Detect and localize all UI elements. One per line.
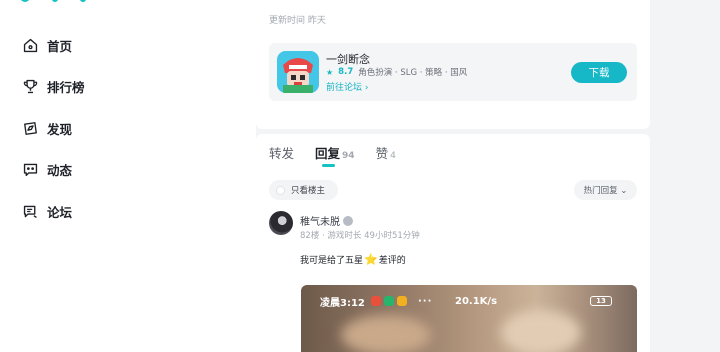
sidebar-item-home[interactable]: 首页 <box>22 36 72 55</box>
sidebar-item-forum[interactable]: 论坛 <box>22 202 72 221</box>
tab-label: 回复 <box>315 146 341 161</box>
comment-image[interactable]: 凌晨3:12 ··· 20.1K/s 13 <box>301 285 637 352</box>
image-status-time: 凌晨3:12 <box>320 297 365 309</box>
sort-dropdown[interactable]: 热门回复 ⌄ <box>574 180 637 200</box>
game-meta: ★ 8.7 角色扮演 · SLG · 策略 · 国风 <box>326 66 467 78</box>
comment-text-part: 我可是给了五星 <box>300 256 364 266</box>
game-card[interactable]: 一剑断念 ★ 8.7 角色扮演 · SLG · 策略 · 国风 前往论坛 › 下… <box>269 43 637 101</box>
radio-icon <box>276 185 285 195</box>
network-speed: 20.1K/s <box>455 295 498 307</box>
only-author-toggle[interactable]: 只看楼主 <box>269 180 338 200</box>
sidebar-item-label: 论坛 <box>47 205 73 220</box>
post-card: 更新时间 昨天 一剑断念 ★ 8.7 角色扮演 · SLG · 策略 · 国风 … <box>256 0 650 129</box>
sidebar-item-label: 首页 <box>47 39 73 54</box>
notification-icons <box>371 296 407 306</box>
image-status-bar: 凌晨3:12 ··· 20.1K/s 13 <box>301 293 637 309</box>
sidebar-item-label: 发现 <box>47 122 73 137</box>
comment-user[interactable]: 稚气未脱 <box>300 213 353 228</box>
tab-replies[interactable]: 回复 94 <box>315 143 355 167</box>
post-detail: 更新时间 昨天 一剑断念 ★ 8.7 角色扮演 · SLG · 策略 · 国风 … <box>256 0 650 352</box>
comment-tabs: 转发 回复 94 赞4 <box>269 143 396 167</box>
battery-icon: 13 <box>590 296 612 306</box>
tab-repost[interactable]: 转发 <box>269 143 294 165</box>
logo <box>20 0 86 2</box>
tab-label: 转发 <box>269 146 295 161</box>
game-score: 8.7 <box>338 67 354 77</box>
comment-meta: 82楼 · 游戏时长 49小时51分钟 <box>300 231 420 241</box>
sidebar-item-label: 动态 <box>47 163 73 178</box>
comment-text: 我可是给了五星 ⭐ 差评的 <box>300 253 406 266</box>
feed-icon <box>23 163 38 177</box>
game-name: 一剑断念 <box>326 53 370 66</box>
go-to-forum-link[interactable]: 前往论坛 › <box>326 80 368 93</box>
discover-icon <box>24 122 37 135</box>
sidebar: 首页 排行榜 发现 动态 论坛 <box>0 0 256 352</box>
tab-count: 4 <box>390 151 396 161</box>
comment-text-part: 差评的 <box>378 256 406 266</box>
sidebar-item-feed[interactable]: 动态 <box>22 160 72 179</box>
sidebar-item-label: 排行榜 <box>47 80 85 95</box>
more-icon: ··· <box>418 295 433 307</box>
star-icon: ★ <box>326 67 334 77</box>
tab-count: 94 <box>342 151 355 161</box>
only-author-label: 只看楼主 <box>291 186 326 196</box>
home-icon <box>23 38 38 53</box>
sidebar-item-rank[interactable]: 排行榜 <box>22 77 85 96</box>
trophy-icon <box>23 79 38 94</box>
star-emoji-icon: ⭐ <box>364 253 378 266</box>
game-icon <box>277 51 319 93</box>
user-badge-icon <box>343 215 353 226</box>
user-name: 稚气未脱 <box>300 217 340 228</box>
game-tags: 角色扮演 · SLG · 策略 · 国风 <box>358 68 468 78</box>
tab-label: 赞 <box>375 146 389 161</box>
avatar[interactable] <box>269 211 293 235</box>
sidebar-item-discover[interactable]: 发现 <box>22 119 72 138</box>
update-time: 更新时间 昨天 <box>269 16 326 26</box>
sort-label: 热门回复 ⌄ <box>583 186 628 196</box>
forum-icon <box>23 205 37 219</box>
download-button[interactable]: 下载 <box>571 62 627 83</box>
tab-likes[interactable]: 赞4 <box>376 143 396 165</box>
